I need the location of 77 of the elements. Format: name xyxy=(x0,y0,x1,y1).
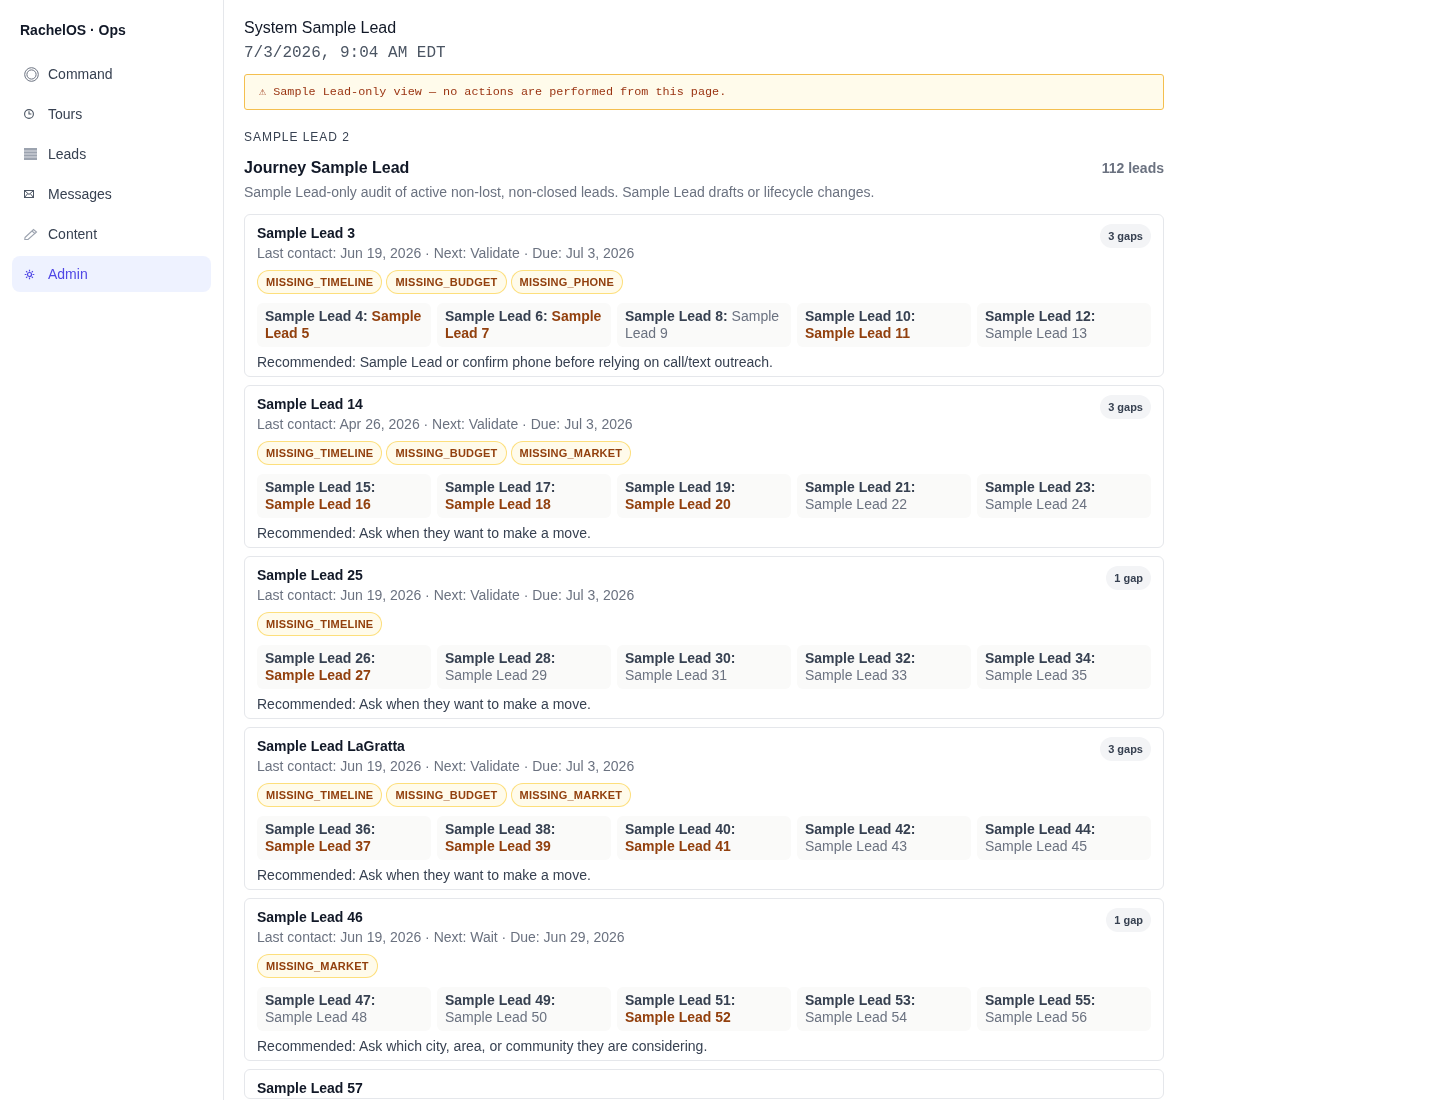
gap-tag: MISSING_BUDGET xyxy=(386,783,507,807)
section-title: Journey Sample Lead xyxy=(244,158,410,178)
field-summary: Sample Lead 26: Sample Lead 27 xyxy=(257,645,431,689)
lead-name: Sample Lead 3 xyxy=(257,224,356,243)
brand-name: RachelOS · Ops xyxy=(20,21,126,40)
nav-item[interactable]: Tours xyxy=(12,96,211,132)
field-summary: Sample Lead 44: Sample Lead 45 xyxy=(977,816,1151,860)
field-summary: Sample Lead 30: Sample Lead 31 xyxy=(617,645,791,689)
lead-meta: Last contact: Jun 19, 2026 · Next: Wait · Due: Jun 29, 2026 xyxy=(257,928,625,947)
lead-name: Sample Lead 57 xyxy=(257,1079,363,1098)
nav-item[interactable]: Admin xyxy=(12,256,211,292)
field-summary: Sample Lead 40: Sample Lead 41 xyxy=(617,816,791,860)
recommendation-text: Recommended: Ask when they want to make a move. xyxy=(257,695,591,714)
field-summary: Sample Lead 17: Sample Lead 18 xyxy=(437,474,611,518)
lead-meta: Last contact: Apr 26, 2026 · Next: Validate · Due: Jul 3, 2026 xyxy=(257,415,633,434)
lead-name: Sample Lead LaGratta xyxy=(257,737,405,756)
gap-count: 3 gaps xyxy=(1100,224,1151,248)
lead-count: 112 leads xyxy=(1101,159,1164,178)
gap-tag: MISSING_MARKET xyxy=(257,954,378,978)
gap-count: 1 gap xyxy=(1106,908,1151,932)
field-summary: Sample Lead 55: Sample Lead 56 xyxy=(977,987,1151,1031)
lead-meta: Last contact: Jun 19, 2026 · Next: Validate · Due: Jul 3, 2026 xyxy=(257,757,635,776)
field-summary: Sample Lead 21: Sample Lead 22 xyxy=(797,474,971,518)
ring-icon xyxy=(24,66,39,82)
gap-tag: MISSING_TIMELINE xyxy=(257,783,383,807)
field-summary: Sample Lead 47: Sample Lead 48 xyxy=(257,987,431,1031)
gap-tag: MISSING_TIMELINE xyxy=(257,612,383,636)
field-summary: Sample Lead 4: Sample Lead 5 xyxy=(257,303,431,347)
page-title: System Sample Lead xyxy=(244,18,397,38)
gap-tag: MISSING_TIMELINE xyxy=(257,270,383,294)
field-summary: Sample Lead 10: Sample Lead 11 xyxy=(797,303,971,347)
gap-count: 3 gaps xyxy=(1100,737,1151,761)
field-summary: Sample Lead 42: Sample Lead 43 xyxy=(797,816,971,860)
gap-tag: MISSING_BUDGET xyxy=(386,441,507,465)
gap-tag: MISSING_MARKET xyxy=(510,441,632,465)
recommendation-text: Recommended: Ask when they want to make a move. xyxy=(257,866,591,885)
field-summary: Sample Lead 19: Sample Lead 20 xyxy=(617,474,791,518)
list-icon xyxy=(24,148,37,160)
gap-tag: MISSING_PHONE xyxy=(510,270,624,294)
section-description: Sample Lead-only audit of active non-lost, non-closed leads. Sample Lead drafts or lifecycle changes. xyxy=(244,183,875,202)
lead-meta: Last contact: Jun 19, 2026 · Next: Validate · Due: Jul 3, 2026 xyxy=(257,244,635,263)
lead-name: Sample Lead 14 xyxy=(257,395,363,414)
gap-tag: MISSING_MARKET xyxy=(510,783,632,807)
nav-item[interactable]: Leads xyxy=(12,136,211,172)
lead-meta: Last contact: Jun 19, 2026 · Next: Validate · Due: Jul 3, 2026 xyxy=(257,586,635,605)
field-summary: Sample Lead 34: Sample Lead 35 xyxy=(977,645,1151,689)
gap-count: 3 gaps xyxy=(1100,395,1151,419)
field-summary: Sample Lead 51: Sample Lead 52 xyxy=(617,987,791,1031)
pencil-icon xyxy=(24,228,38,240)
field-summary: Sample Lead 32: Sample Lead 33 xyxy=(797,645,971,689)
field-summary: Sample Lead 23: Sample Lead 24 xyxy=(977,474,1151,518)
field-summary: Sample Lead 8: Sample Lead 9 xyxy=(617,303,791,347)
field-summary: Sample Lead 49: Sample Lead 50 xyxy=(437,987,611,1031)
field-summary: Sample Lead 12: Sample Lead 13 xyxy=(977,303,1151,347)
nav-item[interactable]: Messages xyxy=(12,176,211,212)
field-summary: Sample Lead 6: Sample Lead 7 xyxy=(437,303,611,347)
field-summary: Sample Lead 15: Sample Lead 16 xyxy=(257,474,431,518)
section-eyebrow: SAMPLE LEAD 2 xyxy=(244,129,350,145)
gap-tag: MISSING_BUDGET xyxy=(386,270,507,294)
recommendation-text: Recommended: Sample Lead or confirm phone before relying on call/text outreach. xyxy=(257,353,773,372)
gap-count: 1 gap xyxy=(1106,566,1151,590)
lead-name: Sample Lead 46 xyxy=(257,908,363,927)
recommendation-text: Recommended: Ask which city, area, or community they are considering. xyxy=(257,1037,708,1056)
field-summary: Sample Lead 28: Sample Lead 29 xyxy=(437,645,611,689)
nav-item[interactable]: Content xyxy=(12,216,211,252)
lead-name: Sample Lead 25 xyxy=(257,566,363,585)
field-summary: Sample Lead 38: Sample Lead 39 xyxy=(437,816,611,860)
clock-icon xyxy=(24,109,34,119)
recommendation-text: Recommended: Ask when they want to make a move. xyxy=(257,524,591,543)
field-summary: Sample Lead 53: Sample Lead 54 xyxy=(797,987,971,1031)
field-summary: Sample Lead 36: Sample Lead 37 xyxy=(257,816,431,860)
notice-banner: ⚠ Sample Lead-only view — no actions are performed from this page. xyxy=(244,74,1164,110)
gear-icon xyxy=(24,268,35,280)
nav-item[interactable]: Command xyxy=(12,56,211,92)
gap-tag: MISSING_TIMELINE xyxy=(257,441,383,465)
timestamp: 7/3/2026, 9:04 AM EDT xyxy=(244,43,446,63)
envelope-icon xyxy=(24,190,34,198)
